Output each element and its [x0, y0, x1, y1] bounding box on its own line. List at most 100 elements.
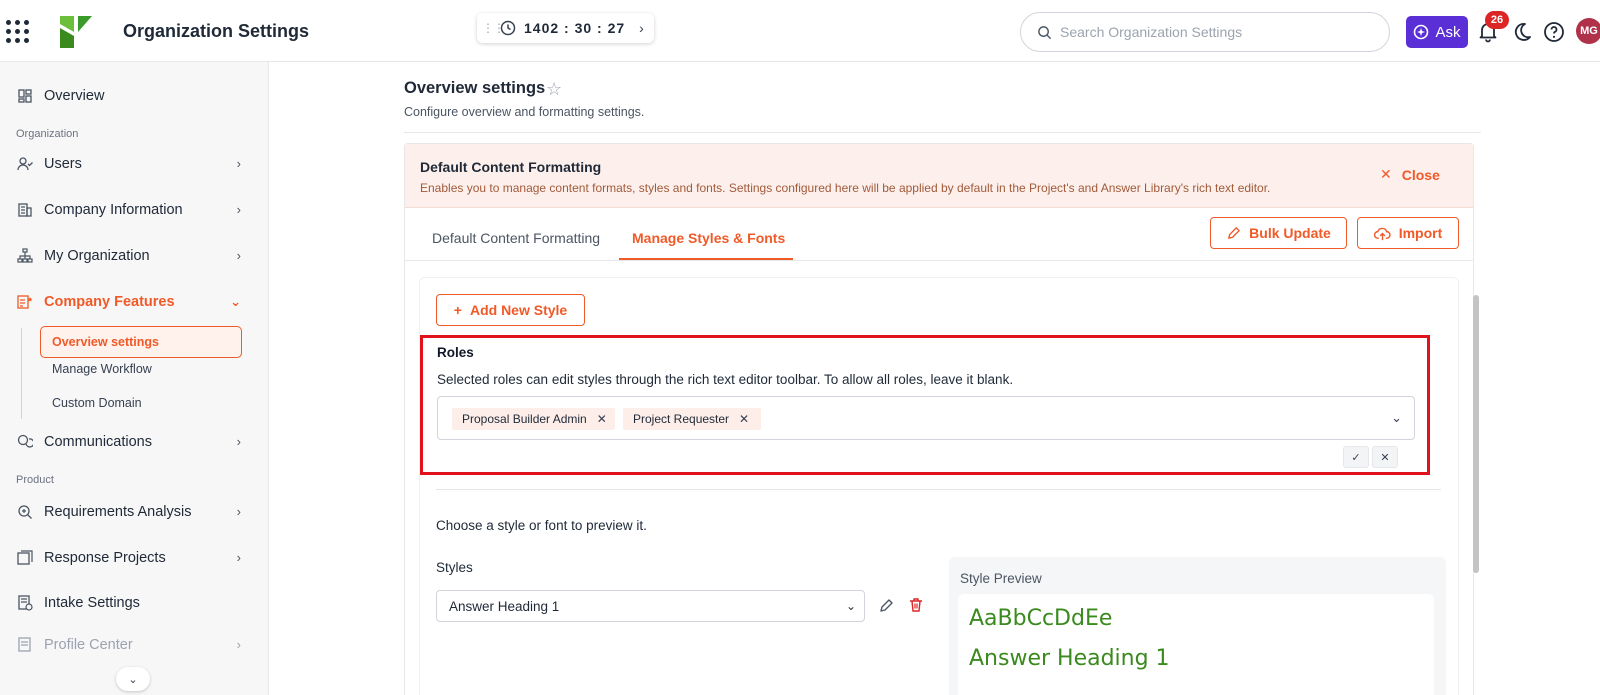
- sidebar-item-profile-center[interactable]: Profile Center ›: [0, 627, 269, 663]
- help-icon[interactable]: [1542, 20, 1566, 44]
- settings-card: Default Content Formatting Enables you t…: [404, 143, 1474, 695]
- sidebar-item-label: Users: [44, 156, 82, 172]
- pencil-icon: [1228, 226, 1240, 239]
- chevron-right-icon: ›: [236, 156, 241, 171]
- page-title: Overview settings: [404, 79, 546, 97]
- section-label-product: Product: [16, 474, 54, 486]
- close-icon: ✕: [1380, 166, 1392, 182]
- sidebar-item-my-organization[interactable]: My Organization ›: [0, 238, 269, 274]
- dashboard-icon: [16, 87, 34, 105]
- dark-mode-icon[interactable]: [1510, 20, 1534, 44]
- styles-label: Styles: [436, 560, 473, 575]
- search-bar[interactable]: [1020, 12, 1390, 52]
- bulk-update-label: Bulk Update: [1249, 225, 1331, 241]
- style-preview-box: AaBbCcDdEe Answer Heading 1: [958, 594, 1434, 695]
- ask-button[interactable]: Ask: [1406, 16, 1468, 48]
- chevron-right-icon: ›: [236, 550, 241, 565]
- sidebar-subitem-overview-settings[interactable]: Overview settings: [40, 326, 242, 358]
- roles-section: Roles Selected roles can edit styles thr…: [420, 335, 1430, 475]
- org-chart-icon: [16, 247, 34, 265]
- confirm-roles-button[interactable]: ✓: [1343, 446, 1369, 468]
- sparkle-icon: [1414, 24, 1429, 40]
- search-icon: [1038, 25, 1052, 39]
- chevron-down-icon[interactable]: ⌄: [1391, 410, 1402, 426]
- preview-sample-text: AaBbCcDdEe: [969, 606, 1113, 631]
- chat-bubbles-icon: [16, 433, 34, 451]
- users-icon: [16, 155, 34, 173]
- roles-multiselect[interactable]: Proposal Builder Admin ✕ Project Request…: [437, 396, 1415, 440]
- styles-dropdown[interactable]: Answer Heading 1 ⌄: [436, 590, 865, 622]
- add-new-style-button[interactable]: + Add New Style: [436, 294, 585, 326]
- app-title: Organization Settings: [123, 21, 310, 41]
- sidebar-item-label: Overview: [44, 88, 105, 104]
- company-logo[interactable]: [56, 14, 94, 50]
- tab-default-content-formatting[interactable]: Default Content Formatting: [432, 230, 600, 246]
- top-header: Organization Settings ⋮⋮ 1402 : 30 : 27 …: [0, 0, 1600, 62]
- banner-title: Default Content Formatting: [420, 159, 602, 175]
- drag-handle-icon[interactable]: ⋮⋮: [482, 21, 505, 35]
- role-chip-label: Proposal Builder Admin: [462, 412, 587, 426]
- sidebar-item-intake-settings[interactable]: Intake Settings: [0, 585, 269, 621]
- remove-chip-icon[interactable]: ✕: [597, 412, 607, 426]
- submenu-guide-line: [21, 328, 22, 419]
- sidebar-subitem-manage-workflow[interactable]: Manage Workflow: [52, 362, 152, 376]
- section-divider: [436, 489, 1441, 490]
- main-scrollbar[interactable]: [1473, 295, 1479, 573]
- plus-icon: +: [453, 302, 462, 318]
- import-label: Import: [1398, 225, 1443, 241]
- sidebar-scroll-down-button[interactable]: ⌄: [116, 667, 150, 691]
- close-button[interactable]: ✕ Close: [1380, 166, 1440, 183]
- sidebar-item-label: Company Information: [44, 202, 183, 218]
- check-icon: ✓: [1351, 451, 1361, 464]
- sidebar-item-label: Response Projects: [44, 550, 166, 566]
- tab-manage-styles-fonts[interactable]: Manage Styles & Fonts: [632, 230, 785, 246]
- chevron-right-icon: ›: [236, 248, 241, 263]
- sidebar-item-label: My Organization: [44, 248, 150, 264]
- chevron-right-icon: ›: [236, 637, 241, 652]
- app-launcher-icon[interactable]: [6, 20, 30, 44]
- session-timer[interactable]: ⋮⋮ 1402 : 30 : 27 ›: [477, 13, 654, 43]
- role-chip: Proposal Builder Admin ✕: [452, 408, 615, 430]
- sidebar-item-overview[interactable]: Overview: [0, 78, 269, 114]
- ask-label: Ask: [1435, 23, 1461, 41]
- styles-panel: + Add New Style Roles Selected roles can…: [419, 277, 1459, 695]
- search-input[interactable]: [1060, 24, 1360, 40]
- sidebar-item-response-projects[interactable]: Response Projects ›: [0, 540, 269, 576]
- sidebar-item-requirements-analysis[interactable]: Requirements Analysis ›: [0, 494, 269, 530]
- style-preview-panel: Style Preview AaBbCcDdEe Answer Heading …: [949, 557, 1446, 695]
- sidebar-item-label: Intake Settings: [44, 595, 140, 611]
- star-icon[interactable]: ☆: [546, 79, 562, 100]
- chevron-right-icon: ›: [236, 202, 241, 217]
- chevron-right-icon: ›: [236, 434, 241, 449]
- notification-badge: 26: [1485, 11, 1509, 29]
- close-label: Close: [1401, 166, 1440, 183]
- delete-style-icon[interactable]: [908, 597, 924, 613]
- chevron-down-icon: ⌄: [845, 599, 856, 613]
- bulk-update-button[interactable]: Bulk Update: [1210, 217, 1347, 249]
- styles-selected-value: Answer Heading 1: [449, 598, 560, 614]
- sidebar-subitem-custom-domain[interactable]: Custom Domain: [52, 396, 142, 410]
- role-chip: Project Requester ✕: [623, 408, 761, 430]
- sidebar: Overview Organization Users › Company In…: [0, 62, 269, 695]
- projects-icon: [16, 549, 34, 567]
- sidebar-item-label: Requirements Analysis: [44, 504, 192, 520]
- roles-description: Selected roles can edit styles through t…: [437, 372, 1014, 387]
- sidebar-item-label: Profile Center: [44, 637, 133, 653]
- edit-style-icon[interactable]: [878, 598, 894, 614]
- remove-chip-icon[interactable]: ✕: [739, 412, 749, 426]
- chevron-right-icon[interactable]: ›: [639, 20, 644, 36]
- banner-description: Enables you to manage content formats, s…: [420, 181, 1271, 195]
- sidebar-item-company-information[interactable]: Company Information ›: [0, 192, 269, 228]
- sidebar-item-label: Company Features: [44, 294, 175, 310]
- cancel-roles-button[interactable]: ✕: [1372, 446, 1398, 468]
- sidebar-item-users[interactable]: Users ›: [0, 146, 269, 182]
- sidebar-item-company-features[interactable]: Company Features ⌄: [0, 284, 269, 320]
- style-preview-label: Style Preview: [960, 571, 1042, 586]
- features-icon: [16, 293, 34, 311]
- chevron-right-icon: ›: [236, 504, 241, 519]
- user-avatar[interactable]: MG: [1576, 18, 1600, 44]
- section-label-organization: Organization: [16, 128, 79, 140]
- sidebar-item-communications[interactable]: Communications ›: [0, 424, 269, 460]
- page-subtitle: Configure overview and formatting settin…: [404, 105, 645, 119]
- import-button[interactable]: Import: [1357, 217, 1459, 249]
